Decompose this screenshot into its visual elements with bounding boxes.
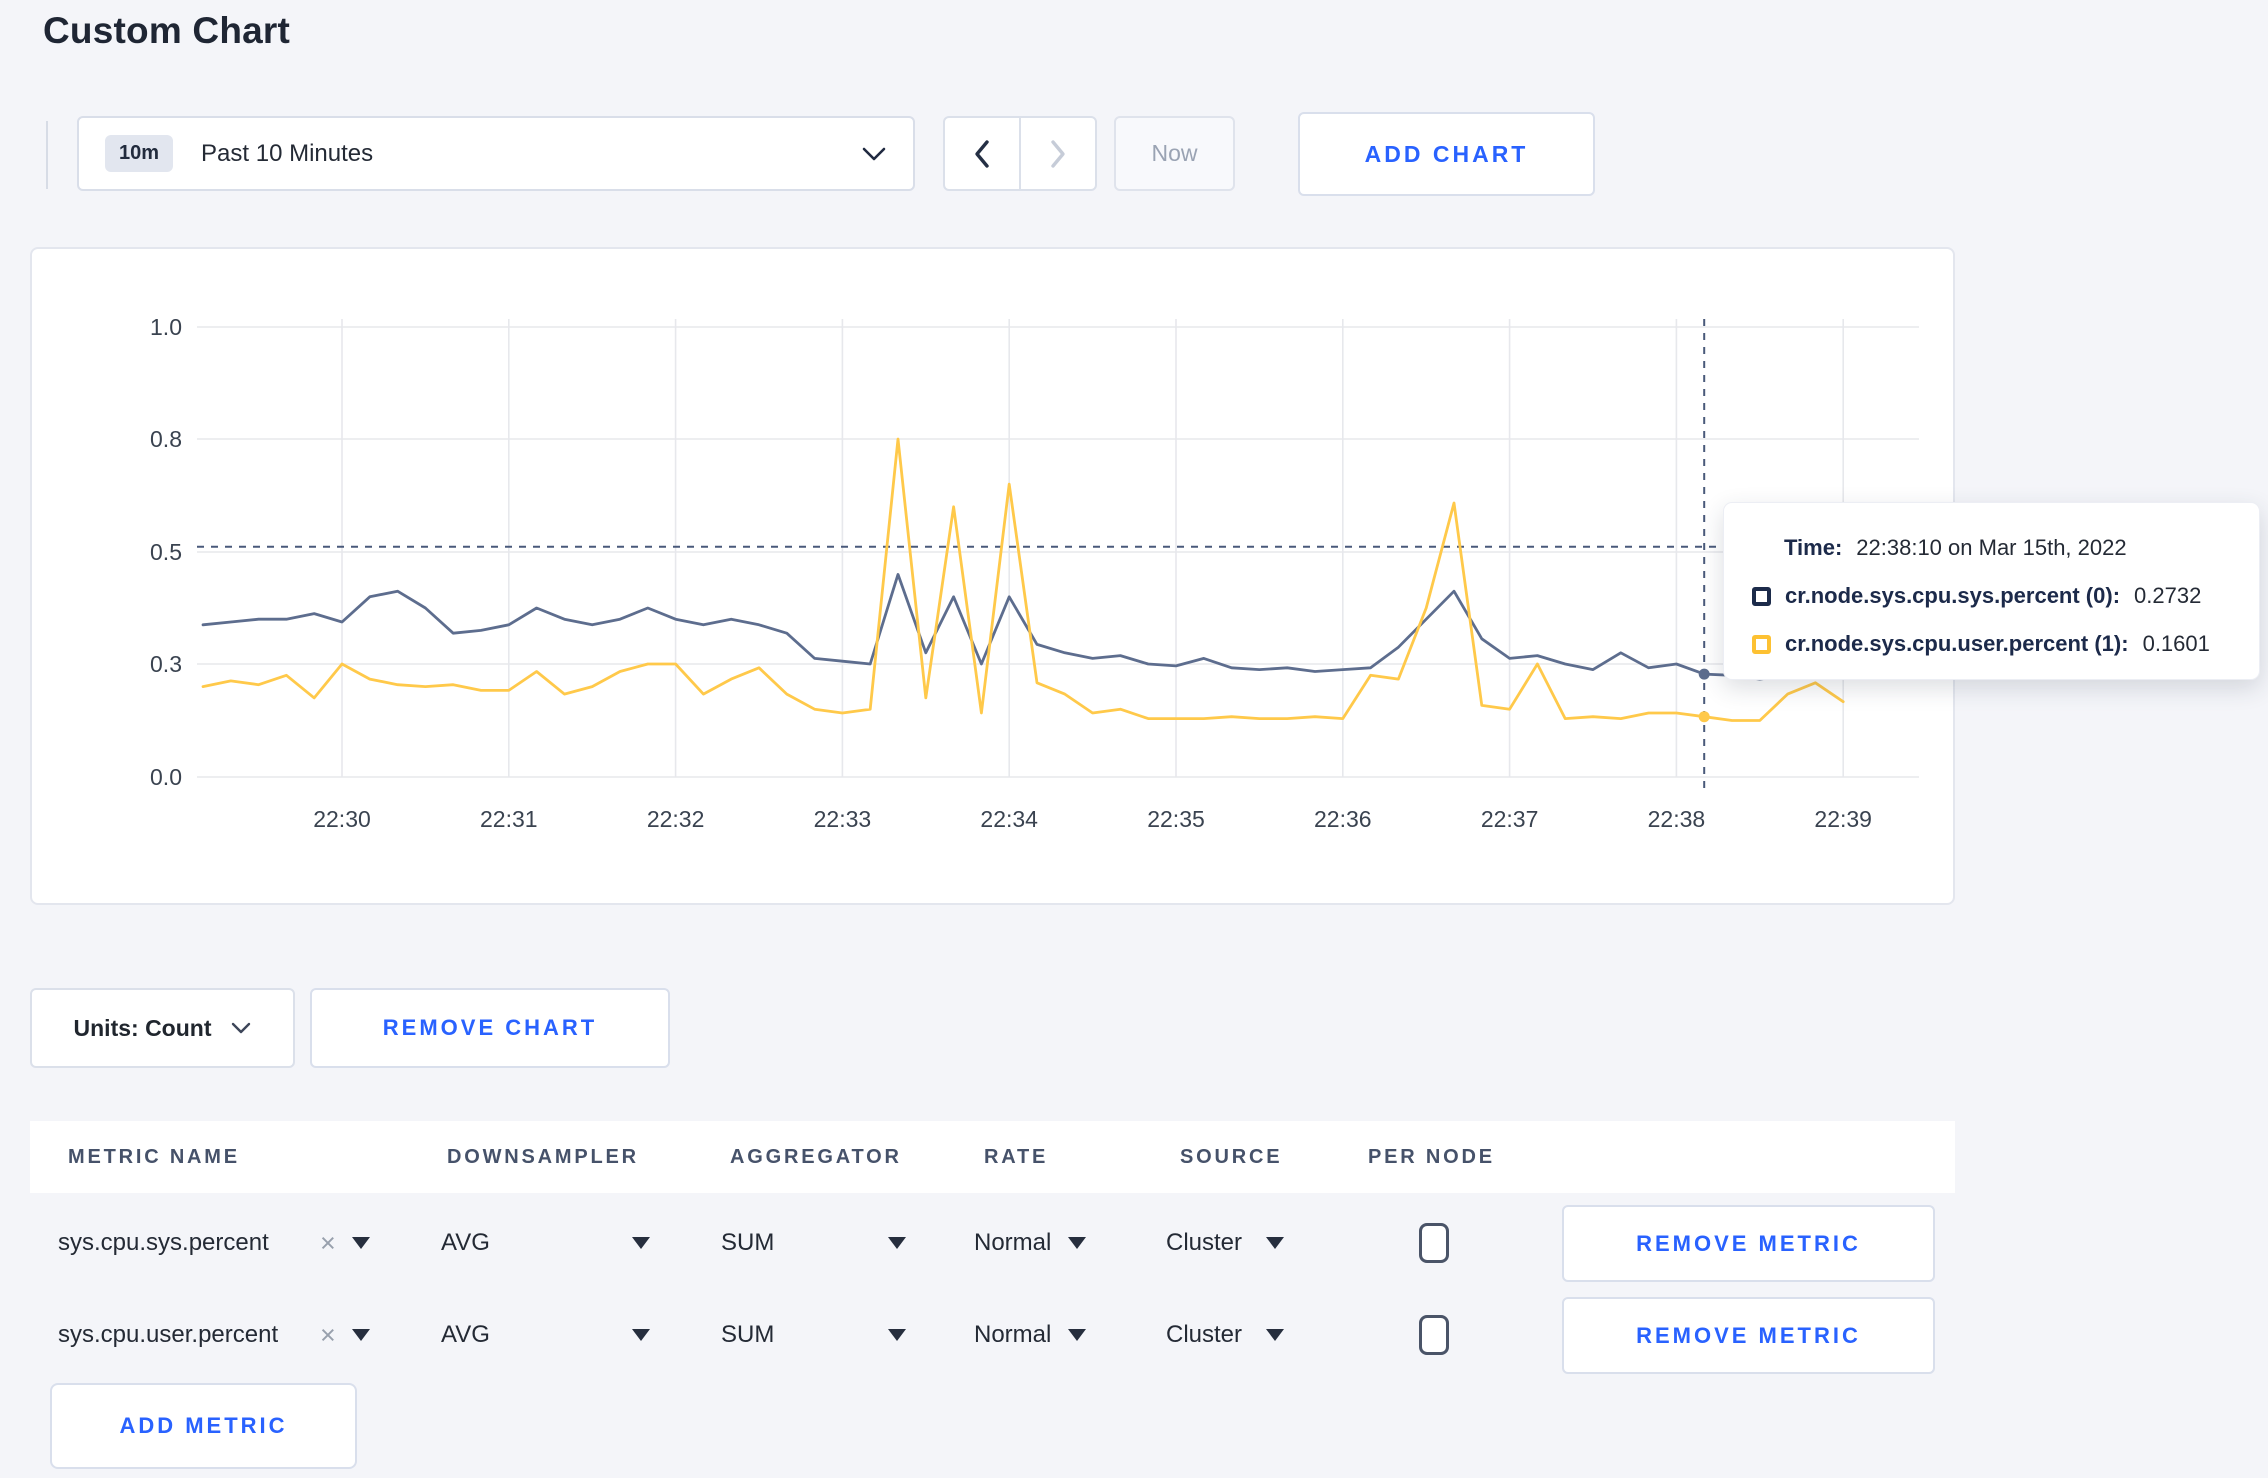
chart-hover-tooltip: Time: 22:38:10 on Mar 15th, 2022 cr.node… bbox=[1723, 502, 2260, 680]
page-title: Custom Chart bbox=[43, 10, 291, 51]
hover-point bbox=[1698, 668, 1710, 680]
source-select[interactable]: Cluster bbox=[1166, 1223, 1242, 1263]
x-tick-label: 22:34 bbox=[980, 806, 1038, 832]
units-label: Units: Count bbox=[73, 1014, 212, 1041]
source-caret-icon[interactable] bbox=[1266, 1237, 1284, 1249]
col-header-aggregator: AGGREGATOR bbox=[730, 1145, 902, 1168]
y-tick-label: 0.0 bbox=[150, 764, 182, 790]
per-node-checkbox[interactable] bbox=[1419, 1315, 1449, 1355]
units-select[interactable]: Units: Count bbox=[30, 988, 295, 1068]
x-tick-label: 22:37 bbox=[1481, 806, 1539, 832]
aggregator-caret-icon[interactable] bbox=[888, 1237, 906, 1249]
metric-name-value: sys.cpu.sys.percent bbox=[58, 1229, 269, 1256]
aggregator-caret-icon[interactable] bbox=[888, 1329, 906, 1341]
rate-select[interactable]: Normal bbox=[974, 1223, 1051, 1263]
downsampler-select[interactable]: AVG bbox=[441, 1315, 490, 1355]
toolbar-divider bbox=[46, 121, 48, 189]
y-tick-label: 1.0 bbox=[150, 314, 182, 340]
next-time-button[interactable] bbox=[1021, 118, 1095, 189]
now-button[interactable]: Now bbox=[1114, 116, 1235, 191]
time-window-badge: 10m bbox=[105, 135, 174, 172]
chevron-left-icon bbox=[973, 139, 991, 169]
tooltip-user-value: 0.1601 bbox=[2142, 631, 2210, 656]
chart-card: 0.0 0.3 0.5 0.8 1.0 22:30 22:31 22:32 22:33 22:34… bbox=[30, 247, 1955, 905]
col-header-rate: RATE bbox=[984, 1145, 1049, 1168]
tooltip-time-label: Time: bbox=[1784, 535, 1843, 560]
source-select[interactable]: Cluster bbox=[1166, 1315, 1242, 1355]
x-tick-label: 22:31 bbox=[480, 806, 538, 832]
source-caret-icon[interactable] bbox=[1266, 1329, 1284, 1341]
rate-caret-icon[interactable] bbox=[1068, 1237, 1086, 1249]
time-nav-group bbox=[943, 116, 1097, 191]
series-line bbox=[201, 437, 1845, 722]
y-tick-label: 0.5 bbox=[150, 539, 182, 565]
remove-metric-x-icon[interactable]: × bbox=[320, 1223, 336, 1263]
chart-canvas[interactable]: 0.0 0.3 0.5 0.8 1.0 22:30 22:31 22:32 22:33 22:34… bbox=[32, 249, 1953, 903]
add-chart-button[interactable]: ADD CHART bbox=[1298, 112, 1595, 196]
downsampler-select[interactable]: AVG bbox=[441, 1223, 490, 1263]
time-range-select[interactable]: 10m Past 10 Minutes bbox=[77, 116, 915, 191]
x-tick-label: 22:30 bbox=[313, 806, 371, 832]
x-tick-label: 22:39 bbox=[1814, 806, 1872, 832]
remove-chart-button[interactable]: REMOVE CHART bbox=[310, 988, 670, 1068]
col-header-per-node: PER NODE bbox=[1368, 1145, 1495, 1168]
y-tick-label: 0.8 bbox=[150, 426, 182, 452]
tooltip-sys-value: 0.2732 bbox=[2134, 583, 2202, 608]
add-metric-button[interactable]: ADD METRIC bbox=[50, 1383, 357, 1469]
chevron-down-icon bbox=[861, 146, 887, 162]
aggregator-select[interactable]: SUM bbox=[721, 1315, 774, 1355]
sys-series-swatch-icon bbox=[1752, 586, 1771, 606]
tooltip-sys-label: cr.node.sys.cpu.sys.percent (0): bbox=[1785, 583, 2121, 608]
x-tick-label: 22:33 bbox=[814, 806, 872, 832]
col-header-downsampler: DOWNSAMPLER bbox=[447, 1145, 639, 1168]
x-tick-label: 22:38 bbox=[1648, 806, 1706, 832]
metric-name-caret-icon[interactable] bbox=[352, 1329, 370, 1341]
hover-point bbox=[1698, 711, 1710, 723]
remove-metric-button[interactable]: REMOVE METRIC bbox=[1562, 1297, 1935, 1374]
x-tick-label: 22:35 bbox=[1147, 806, 1205, 832]
x-tick-label: 22:32 bbox=[647, 806, 705, 832]
rate-select[interactable]: Normal bbox=[974, 1315, 1051, 1355]
time-window-label: Past 10 Minutes bbox=[201, 139, 374, 167]
per-node-checkbox[interactable] bbox=[1419, 1223, 1449, 1263]
remove-metric-x-icon[interactable]: × bbox=[320, 1315, 336, 1355]
aggregator-select[interactable]: SUM bbox=[721, 1223, 774, 1263]
prev-time-button[interactable] bbox=[945, 118, 1021, 189]
y-tick-label: 0.3 bbox=[150, 651, 182, 677]
metric-name-caret-icon[interactable] bbox=[352, 1237, 370, 1249]
rate-caret-icon[interactable] bbox=[1068, 1329, 1086, 1341]
remove-metric-button[interactable]: REMOVE METRIC bbox=[1562, 1205, 1935, 1282]
chevron-down-icon bbox=[231, 1022, 251, 1035]
col-header-source: SOURCE bbox=[1180, 1145, 1283, 1168]
downsampler-caret-icon[interactable] bbox=[632, 1329, 650, 1341]
chevron-right-icon bbox=[1049, 139, 1067, 169]
metric-name-value: sys.cpu.user.percent bbox=[58, 1321, 279, 1348]
tooltip-time-value: 22:38:10 on Mar 15th, 2022 bbox=[1856, 535, 2127, 560]
user-series-swatch-icon bbox=[1752, 634, 1771, 654]
metrics-table-header: METRIC NAME DOWNSAMPLER AGGREGATOR RATE … bbox=[30, 1121, 1955, 1193]
x-tick-label: 22:36 bbox=[1314, 806, 1372, 832]
downsampler-caret-icon[interactable] bbox=[632, 1237, 650, 1249]
tooltip-user-label: cr.node.sys.cpu.user.percent (1): bbox=[1785, 631, 2129, 656]
col-header-metric-name: METRIC NAME bbox=[68, 1145, 240, 1168]
